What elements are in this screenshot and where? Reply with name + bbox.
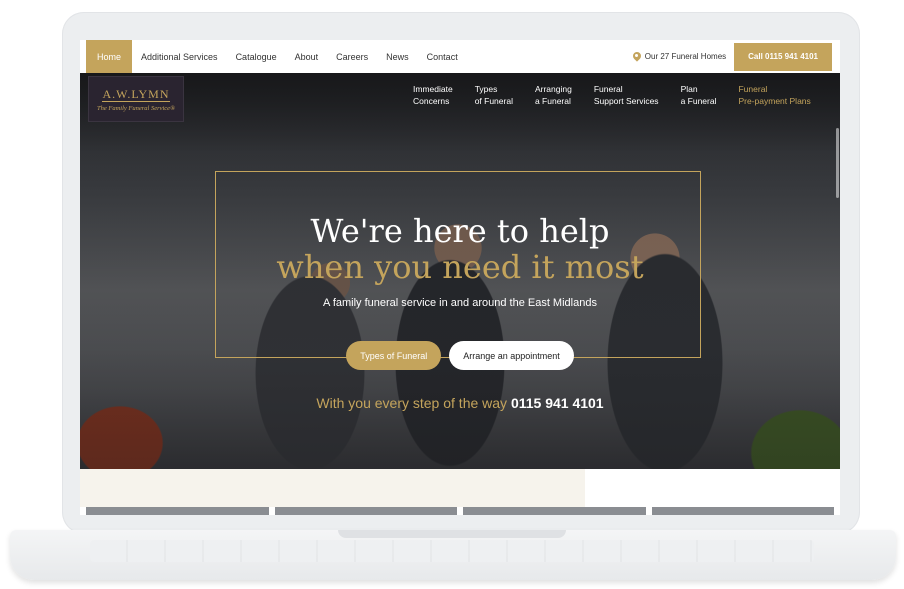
cream-panel	[80, 469, 585, 507]
funeral-homes-label: Our 27 Funeral Homes	[644, 52, 727, 61]
call-button[interactable]: Call 0115 941 4101	[734, 42, 832, 71]
below-fold	[80, 469, 840, 515]
topnav-about[interactable]: About	[286, 40, 328, 73]
hero-title-accent: when you need it most	[276, 248, 644, 286]
topnav-contact[interactable]: Contact	[418, 40, 467, 73]
laptop-notch	[338, 530, 566, 538]
top-bar: Home Additional Services Catalogue About…	[80, 40, 840, 73]
arrange-appointment-button[interactable]: Arrange an appointment	[449, 341, 574, 370]
page-scrollbar[interactable]	[836, 128, 839, 198]
laptop-keyboard	[90, 540, 814, 562]
thumbnail[interactable]	[86, 507, 269, 515]
site-header: A.W.LYMN The Family Funeral Service® Imm…	[80, 73, 840, 125]
topnav-news[interactable]: News	[377, 40, 418, 73]
phone-link[interactable]: 0115 941 4101	[511, 395, 604, 411]
mainnav-types-of-funeral[interactable]: Types of Funeral	[464, 83, 524, 107]
topnav-additional-services[interactable]: Additional Services	[132, 40, 227, 73]
step-text: With you every step of the way	[316, 395, 508, 411]
browser-screen: Home Additional Services Catalogue About…	[80, 40, 840, 515]
mainnav-immediate-concerns[interactable]: Immediate Concerns	[402, 83, 464, 107]
funeral-homes-link[interactable]: Our 27 Funeral Homes	[633, 52, 726, 62]
hero-section: A.W.LYMN The Family Funeral Service® Imm…	[80, 73, 840, 469]
thumbnail[interactable]	[274, 507, 457, 515]
hero-title: We're here to help	[310, 212, 610, 250]
mainnav-plan-a-funeral[interactable]: Plan a Funeral	[670, 83, 728, 107]
logo-tagline: The Family Funeral Service®	[96, 104, 176, 112]
topnav-home[interactable]: Home	[86, 40, 133, 73]
site-logo[interactable]: A.W.LYMN The Family Funeral Service®	[88, 76, 184, 122]
thumbnail[interactable]	[651, 507, 834, 515]
thumbnail-strip	[86, 507, 834, 515]
main-nav: Immediate Concerns Types of Funeral Arra…	[402, 83, 822, 107]
step-line: With you every step of the way 0115 941 …	[80, 395, 840, 411]
topnav-careers[interactable]: Careers	[327, 40, 377, 73]
topnav-catalogue[interactable]: Catalogue	[227, 40, 286, 73]
mainnav-arranging-a-funeral[interactable]: Arranging a Funeral	[524, 83, 583, 107]
mainnav-funeral-support-services[interactable]: Funeral Support Services	[583, 83, 670, 107]
hero-button-row: Types of Funeral Arrange an appointment	[80, 341, 840, 370]
map-pin-icon	[633, 52, 641, 62]
thumbnail[interactable]	[463, 507, 646, 515]
mainnav-pre-payment-plans[interactable]: Funeral Pre-payment Plans	[727, 83, 821, 107]
logo-mark: A.W.LYMN	[102, 86, 170, 102]
types-of-funeral-button[interactable]: Types of Funeral	[346, 341, 442, 370]
hero-subtitle: A family funeral service in and around t…	[323, 297, 597, 309]
